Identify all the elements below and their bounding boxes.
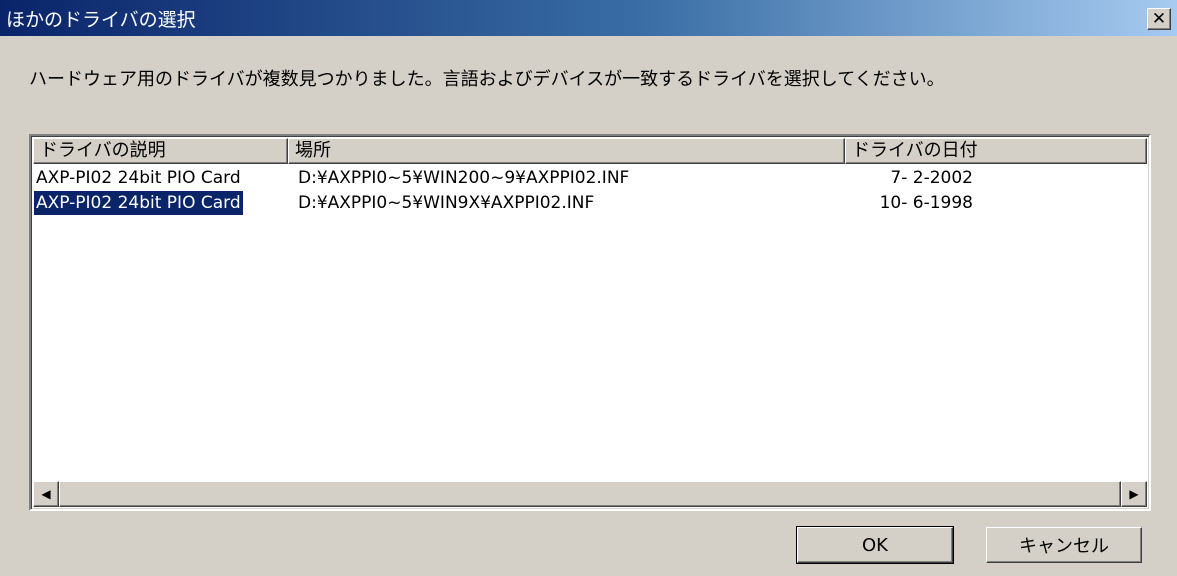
instruction-text: ハードウェア用のドライバが複数見つかりました。言語およびデバイスが一致するドライ… [29,69,945,90]
list-row-selected[interactable]: AXP-PI02 24bit PIO Card D:¥AXPPI0~5¥WIN9… [33,191,1147,216]
ok-button[interactable]: OK [796,526,954,564]
column-header-date[interactable]: ドライバの日付 [845,138,1147,164]
scroll-right-button[interactable]: ▶ [1121,481,1147,507]
driver-list[interactable]: ドライバの説明 場所 ドライバの日付 AXP-PI02 24bit PIO Ca… [29,134,1151,511]
close-icon: ✕ [1151,8,1167,29]
row-location: D:¥AXPPI0~5¥WIN200~9¥AXPPI02.INF [298,168,630,188]
title-bar: ほかのドライバの選択 ✕ [0,0,1177,36]
list-header: ドライバの説明 場所 ドライバの日付 [33,138,1147,164]
list-rows: AXP-PI02 24bit PIO Card D:¥AXPPI0~5¥WIN2… [33,166,1147,216]
list-row[interactable]: AXP-PI02 24bit PIO Card D:¥AXPPI0~5¥WIN2… [33,166,1147,191]
scroll-left-button[interactable]: ◀ [33,481,59,507]
window-title: ほかのドライバの選択 [6,8,196,31]
arrow-left-icon: ◀ [41,487,51,501]
row-date: 10- 6-1998 [879,193,973,213]
cancel-button[interactable]: キャンセル [986,527,1142,563]
scroll-thumb[interactable] [59,481,1121,507]
row-location: D:¥AXPPI0~5¥WIN9X¥AXPPI02.INF [298,193,595,213]
horizontal-scrollbar[interactable]: ◀ ▶ [33,481,1147,507]
row-description: AXP-PI02 24bit PIO Card [34,191,243,215]
row-description: AXP-PI02 24bit PIO Card [36,168,241,188]
close-button[interactable]: ✕ [1147,8,1171,30]
column-header-description[interactable]: ドライバの説明 [33,138,288,164]
row-date: 7- 2-2002 [890,168,973,188]
arrow-right-icon: ▶ [1129,487,1139,501]
column-header-location[interactable]: 場所 [288,138,845,164]
